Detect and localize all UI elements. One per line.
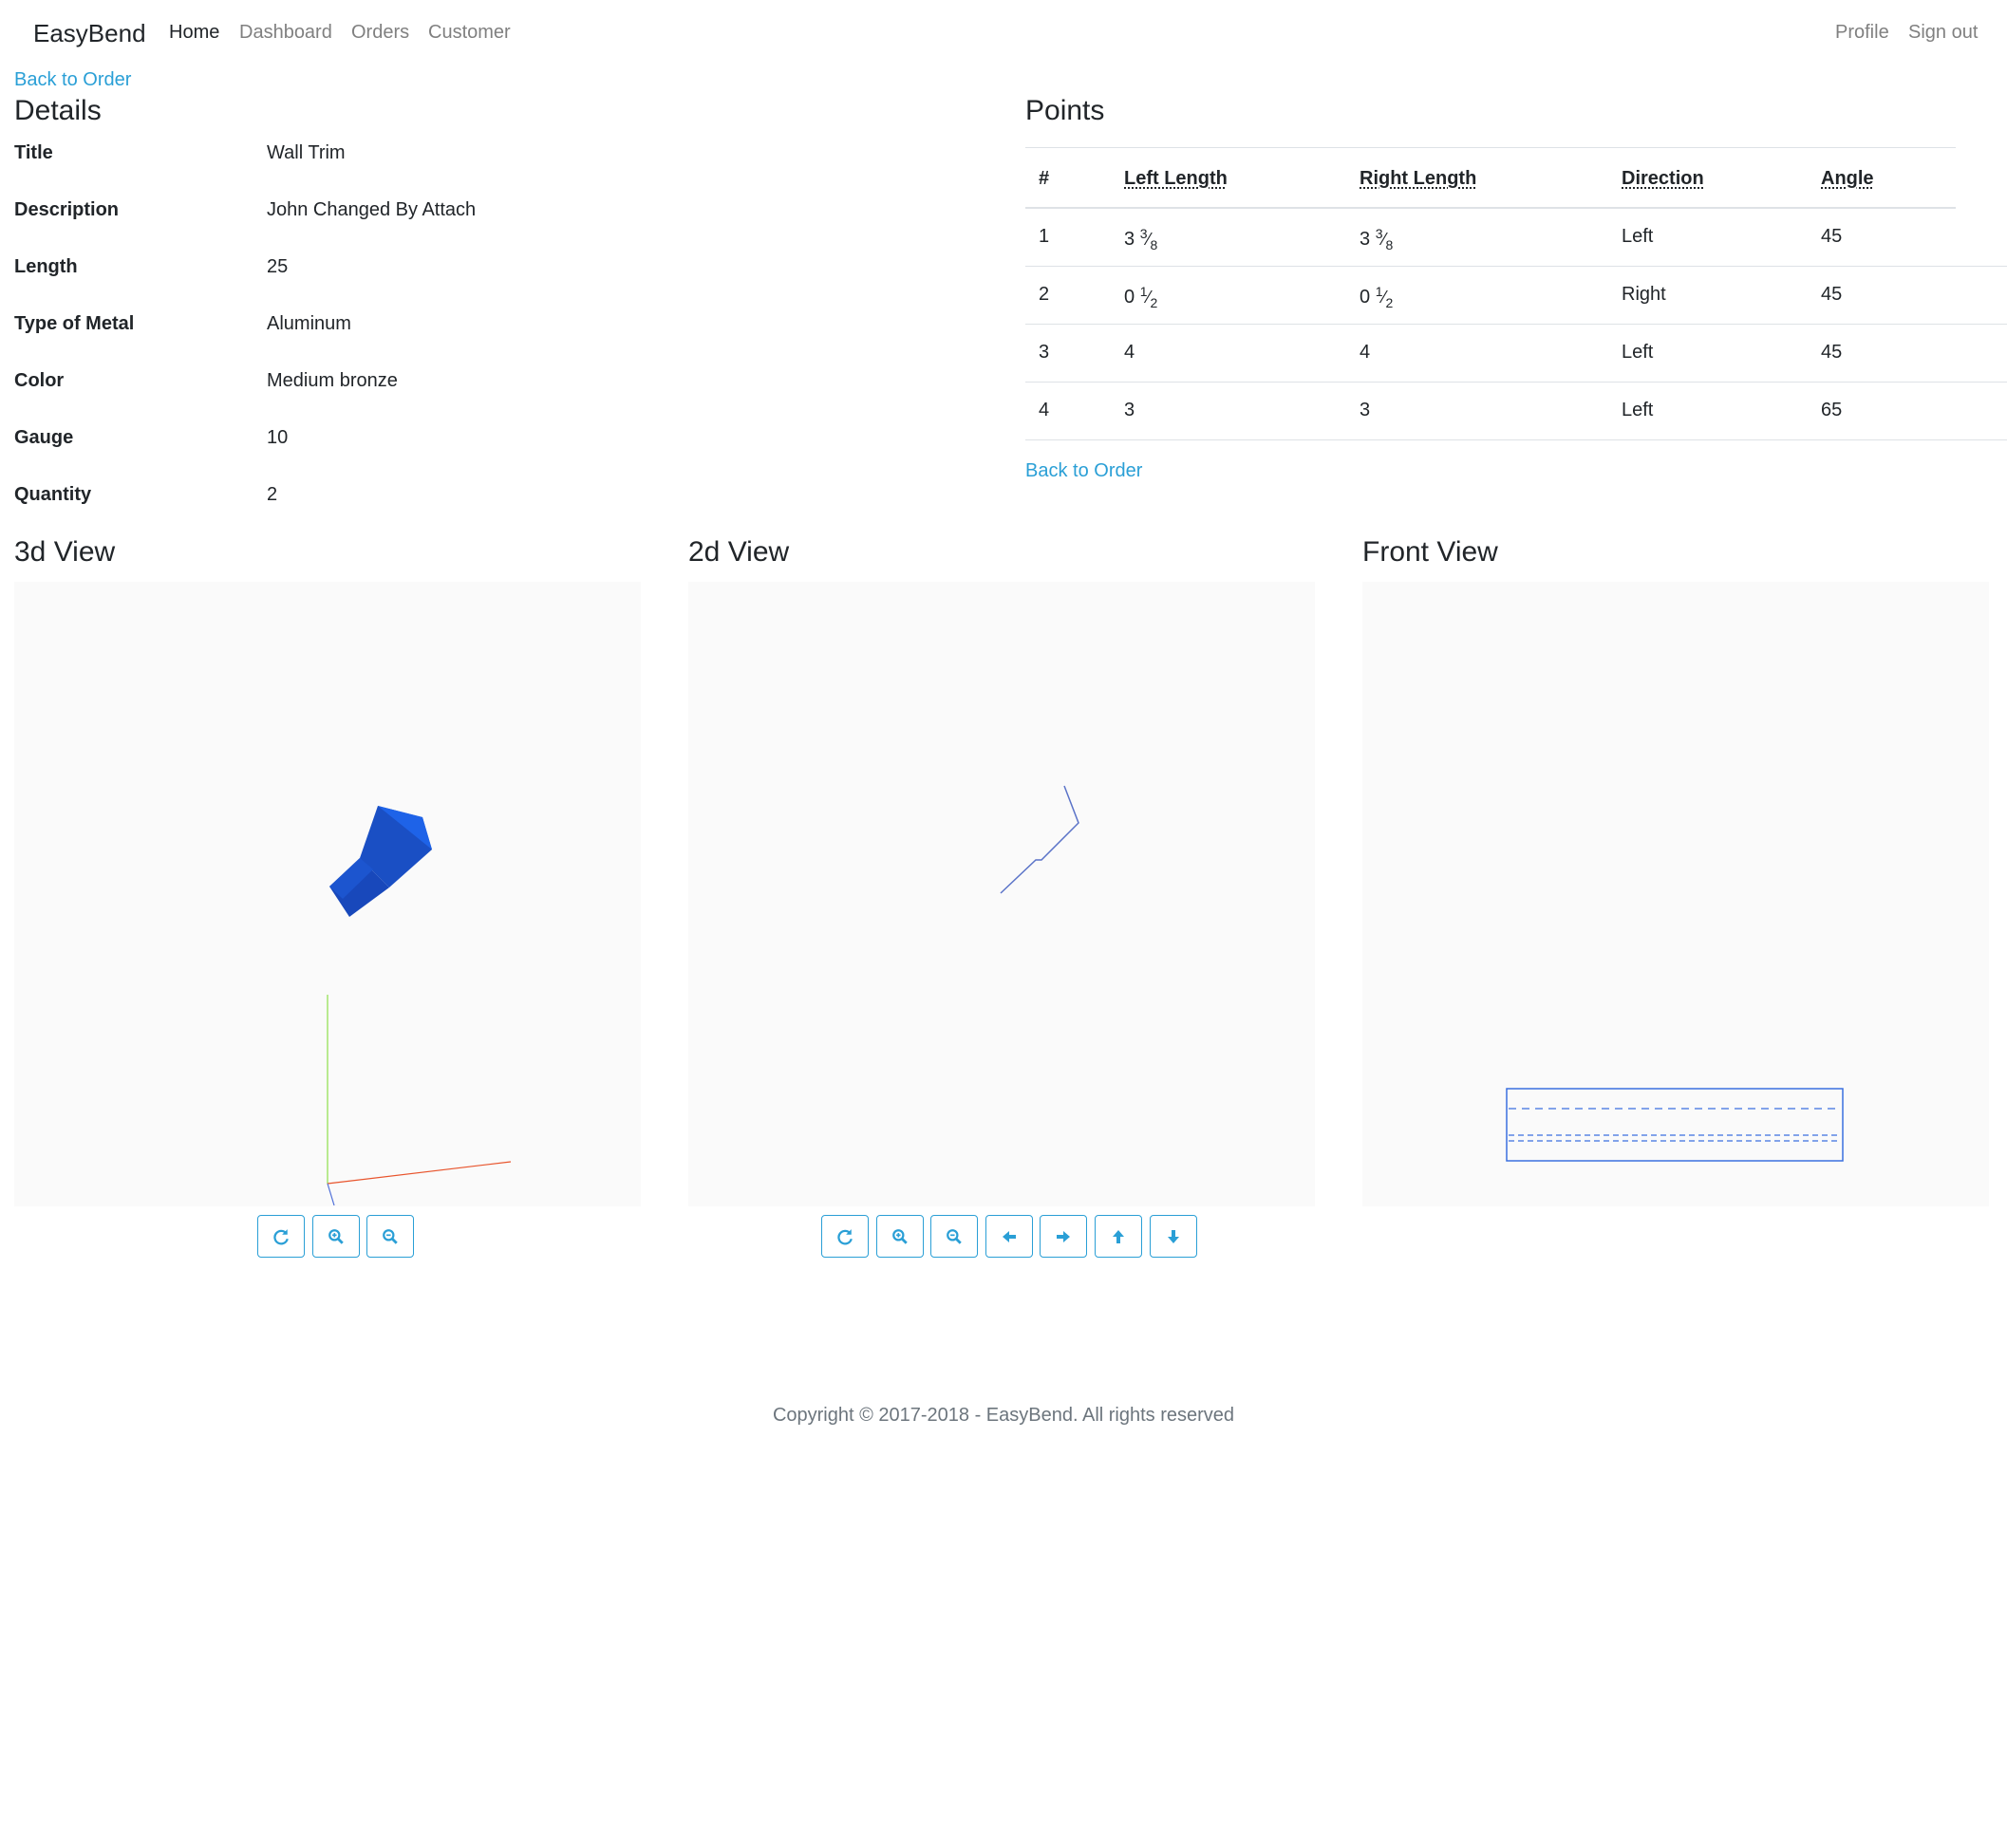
zoom-in-icon [892, 1228, 908, 1244]
cell-angle: 65 [1821, 400, 1843, 420]
col-header-number: # [1039, 168, 1050, 189]
cell-number: 1 [1039, 226, 1050, 247]
view2d-pan-left-button[interactable] [985, 1215, 1033, 1258]
view2d-heading: 2d View [688, 536, 790, 568]
detail-value-length: 25 [267, 256, 289, 277]
cell-direction: Left [1622, 400, 1654, 420]
view2d-pan-right-button[interactable] [1040, 1215, 1087, 1258]
col-header-right-length: Right Length [1360, 168, 1477, 189]
detail-value-color: Medium bronze [267, 370, 398, 391]
detail-value-description: John Changed By Attach [267, 199, 477, 220]
whole: 3 [1360, 229, 1371, 250]
nav-home[interactable]: Home [169, 22, 219, 44]
view2d-zoom-out-button[interactable] [930, 1215, 978, 1258]
detail-label-length: Length [14, 256, 78, 277]
points-heading: Points [1025, 95, 1105, 126]
detail-value-title: Wall Trim [267, 142, 346, 163]
arrow-down-icon [1168, 1229, 1179, 1243]
cell-left-length: 3 3⁄8 [1124, 226, 1158, 252]
detail-label-metal: Type of Metal [14, 313, 135, 334]
detail-value-metal: Aluminum [267, 313, 351, 334]
col-header-direction: Direction [1622, 168, 1704, 189]
footer-copyright: Copyright © 2017-2018 - EasyBend. All ri… [772, 1405, 1235, 1426]
col-header-angle: Angle [1821, 168, 1874, 189]
cell-direction: Left [1622, 342, 1654, 363]
detail-value-gauge: 10 [267, 427, 289, 448]
whole: 0 [1360, 287, 1371, 308]
view3d-zoom-out-button[interactable] [366, 1215, 414, 1258]
brand-link[interactable]: EasyBend [33, 19, 146, 48]
cell-right-length: 0 1⁄2 [1360, 284, 1394, 310]
detail-label-gauge: Gauge [14, 427, 74, 448]
zoom-out-icon [947, 1228, 962, 1244]
cell-right-length: 3 [1360, 400, 1371, 420]
nav-sign-out[interactable]: Sign out [1908, 22, 1978, 44]
table-row: 4 3 3 Left 65 [1025, 383, 2007, 440]
front-view-canvas [1362, 582, 1989, 1206]
denominator: 2 [1385, 295, 1394, 310]
trim-front-outline [1506, 1088, 1844, 1162]
trim-2d-profile [1000, 785, 1079, 894]
cell-angle: 45 [1821, 342, 1843, 363]
detail-label-quantity: Quantity [14, 484, 92, 505]
view2d-zoom-in-button[interactable] [876, 1215, 924, 1258]
view3d-heading: 3d View [14, 536, 116, 568]
table-row: 3 4 4 Left 45 [1025, 325, 2007, 383]
cell-direction: Right [1622, 284, 1666, 305]
view2d-pan-down-button[interactable] [1150, 1215, 1197, 1258]
arrow-right-icon [1057, 1230, 1070, 1242]
cell-number: 3 [1039, 342, 1050, 363]
cell-number: 2 [1039, 284, 1050, 305]
cell-number: 4 [1039, 400, 1050, 420]
front-view-heading: Front View [1362, 536, 1498, 568]
details-heading: Details [14, 95, 102, 126]
nav-dashboard[interactable]: Dashboard [239, 22, 332, 44]
cell-left-length: 0 1⁄2 [1124, 284, 1158, 310]
axis-x-line [327, 1161, 512, 1185]
view3d-rotate-button[interactable] [257, 1215, 305, 1258]
cell-angle: 45 [1821, 226, 1843, 247]
points-table-header: # Left Length Right Length Direction Ang… [1025, 147, 1956, 209]
denominator: 2 [1150, 295, 1158, 310]
table-row: 1 3 3⁄8 3 3⁄8 Left 45 [1025, 209, 2007, 267]
zoom-out-icon [383, 1228, 398, 1244]
detail-label-description: Description [14, 199, 120, 220]
navbar: EasyBend Home Dashboard Orders Customer … [0, 0, 2007, 66]
cell-left-length: 4 [1124, 342, 1135, 363]
back-to-order-link-top[interactable]: Back to Order [14, 69, 131, 91]
table-row: 2 0 1⁄2 0 1⁄2 Right 45 [1025, 267, 2007, 325]
denominator: 8 [1385, 237, 1394, 252]
whole: 0 [1124, 287, 1135, 308]
view2d-rotate-button[interactable] [821, 1215, 869, 1258]
arrow-up-icon [1113, 1229, 1124, 1243]
trim-3d-model [329, 806, 432, 917]
view2d-pan-up-button[interactable] [1095, 1215, 1142, 1258]
nav-customer[interactable]: Customer [428, 22, 511, 44]
back-to-order-link-bottom[interactable]: Back to Order [1025, 460, 1142, 482]
cell-left-length: 3 [1124, 400, 1135, 420]
refresh-icon [273, 1228, 289, 1244]
arrow-left-icon [1003, 1230, 1016, 1242]
view3d-canvas[interactable] [14, 582, 641, 1206]
cell-angle: 45 [1821, 284, 1843, 305]
detail-label-title: Title [14, 142, 53, 163]
cell-right-length: 3 3⁄8 [1360, 226, 1394, 252]
view2d-canvas[interactable] [688, 582, 1315, 1206]
nav-orders[interactable]: Orders [351, 22, 409, 44]
detail-label-color: Color [14, 370, 65, 391]
refresh-icon [837, 1228, 853, 1244]
points-table: # Left Length Right Length Direction Ang… [1025, 147, 2007, 440]
cell-right-length: 4 [1360, 342, 1371, 363]
whole: 3 [1124, 229, 1135, 250]
nav-profile[interactable]: Profile [1835, 22, 1889, 44]
cell-direction: Left [1622, 226, 1654, 247]
view3d-zoom-in-button[interactable] [312, 1215, 360, 1258]
detail-value-quantity: 2 [267, 484, 278, 505]
denominator: 8 [1150, 237, 1158, 252]
axis-z-line [327, 1183, 335, 1206]
zoom-in-icon [328, 1228, 344, 1244]
col-header-left-length: Left Length [1124, 168, 1228, 189]
